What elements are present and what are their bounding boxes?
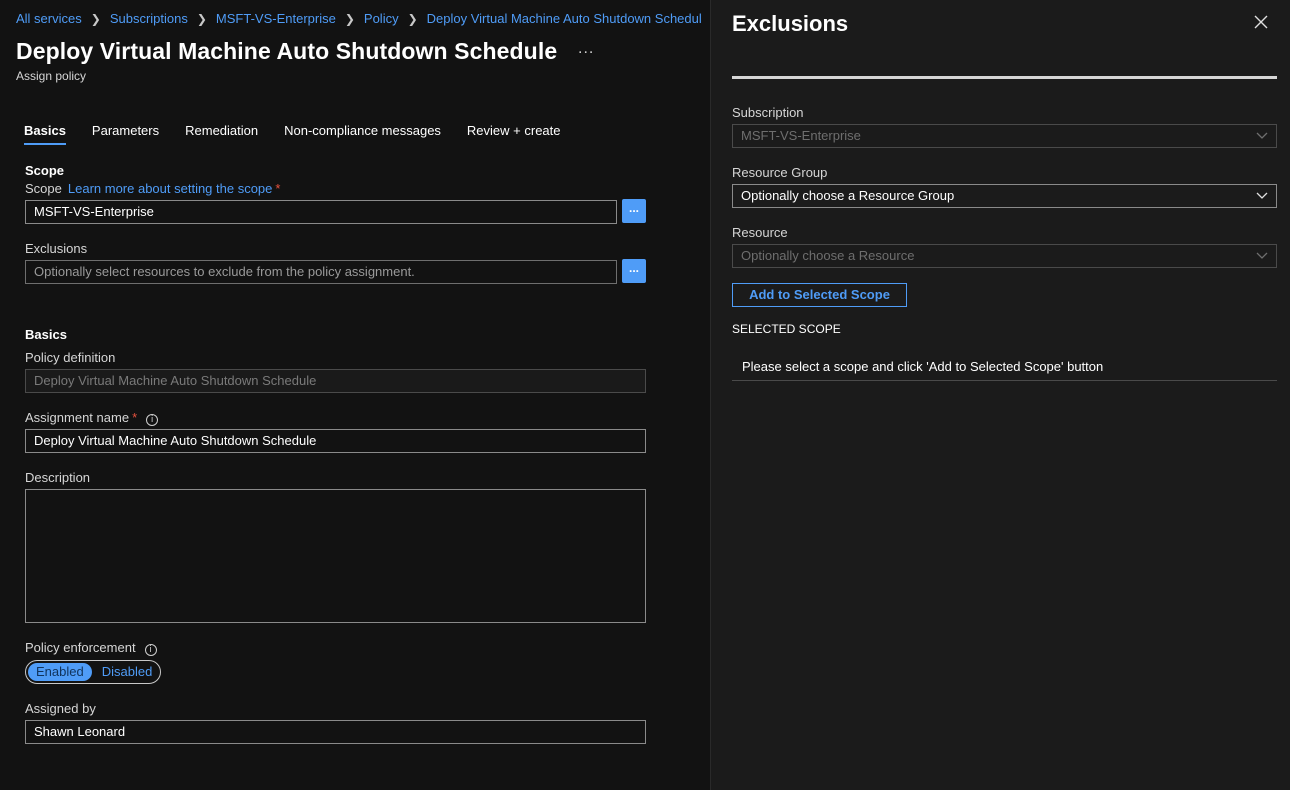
- tab-bar: Basics Parameters Remediation Non-compli…: [24, 123, 587, 145]
- panel-divider: [732, 76, 1277, 79]
- assigned-by-field[interactable]: Shawn Leonard: [25, 720, 646, 744]
- breadcrumb-chevron-icon: ❯: [344, 12, 355, 26]
- basics-heading: Basics: [25, 327, 67, 342]
- breadcrumb-chevron-icon: ❯: [407, 12, 418, 26]
- scope-field[interactable]: MSFT-VS-Enterprise: [25, 200, 617, 224]
- info-icon[interactable]: i: [144, 644, 157, 656]
- resource-label: Resource: [732, 225, 788, 240]
- close-icon[interactable]: [1253, 14, 1269, 30]
- policy-definition-label: Policy definition: [25, 350, 116, 365]
- breadcrumb-subscription[interactable]: MSFT-VS-Enterprise: [216, 11, 336, 26]
- tab-non-compliance-messages[interactable]: Non-compliance messages: [284, 123, 441, 145]
- description-label: Description: [25, 470, 91, 485]
- chevron-down-icon: [1256, 192, 1268, 199]
- resource-value: Optionally choose a Resource: [741, 248, 915, 263]
- selected-scope-divider: [732, 380, 1277, 381]
- selected-scope-message: Please select a scope and click 'Add to …: [742, 359, 1104, 374]
- scope-heading: Scope: [25, 163, 65, 178]
- description-textarea[interactable]: [25, 489, 646, 623]
- panel-title: Exclusions: [732, 11, 849, 36]
- assign-policy-blade: All services ❯ Subscriptions ❯ MSFT-VS-Enter…: [0, 0, 710, 790]
- breadcrumb-chevron-icon: ❯: [196, 12, 207, 26]
- tab-basics[interactable]: Basics: [24, 123, 66, 145]
- breadcrumb-policy-assignment[interactable]: Deploy Virtual Machine Auto Shutdown Sch…: [427, 11, 702, 26]
- scope-browse-button[interactable]: ...: [622, 199, 646, 223]
- add-to-selected-scope-button[interactable]: Add to Selected Scope: [732, 283, 907, 307]
- more-options-button[interactable]: ...: [578, 40, 594, 58]
- chevron-down-icon: [1256, 252, 1268, 259]
- assignment-name-label: Assignment name: [25, 410, 130, 425]
- tab-remediation[interactable]: Remediation: [185, 123, 258, 145]
- resource-group-dropdown[interactable]: Optionally choose a Resource Group: [732, 184, 1277, 208]
- subscription-dropdown: MSFT-VS-Enterprise: [732, 124, 1277, 148]
- tab-review-create[interactable]: Review + create: [467, 123, 561, 145]
- breadcrumb-subscriptions[interactable]: Subscriptions: [110, 11, 188, 26]
- exclusions-field[interactable]: Optionally select resources to exclude f…: [25, 260, 617, 284]
- exclusions-browse-button[interactable]: ...: [622, 259, 646, 283]
- enforcement-enabled-option[interactable]: Enabled: [28, 663, 92, 681]
- exclusions-label: Exclusions: [25, 241, 88, 256]
- assigned-by-label: Assigned by: [25, 701, 96, 716]
- resource-group-label: Resource Group: [732, 165, 828, 180]
- exclusions-panel: Exclusions Subscription MSFT-VS-Enterpri…: [710, 0, 1290, 790]
- tab-parameters[interactable]: Parameters: [92, 123, 159, 145]
- page-title: Deploy Virtual Machine Auto Shutdown Sch…: [16, 38, 558, 64]
- assignment-name-label-row: Assignment name * i: [25, 410, 159, 426]
- subscription-value: MSFT-VS-Enterprise: [741, 128, 861, 143]
- enforcement-disabled-option[interactable]: Disabled: [94, 663, 161, 681]
- chevron-down-icon: [1256, 132, 1268, 139]
- breadcrumb-chevron-icon: ❯: [90, 12, 101, 26]
- learn-more-scope-link[interactable]: Learn more about setting the scope: [68, 181, 273, 196]
- resource-group-value: Optionally choose a Resource Group: [741, 188, 955, 203]
- policy-enforcement-label: Policy enforcement: [25, 640, 136, 655]
- breadcrumb-policy[interactable]: Policy: [364, 11, 399, 26]
- selected-scope-heading: SELECTED SCOPE: [732, 322, 841, 336]
- breadcrumb: All services ❯ Subscriptions ❯ MSFT-VS-Enter…: [16, 11, 702, 26]
- policy-enforcement-label-row: Policy enforcement i: [25, 640, 157, 656]
- page-subtitle: Assign policy: [16, 69, 87, 83]
- breadcrumb-all-services[interactable]: All services: [16, 11, 82, 26]
- policy-definition-field: Deploy Virtual Machine Auto Shutdown Sch…: [25, 369, 646, 393]
- scope-label: Scope: [25, 181, 62, 196]
- resource-dropdown: Optionally choose a Resource: [732, 244, 1277, 268]
- scope-label-row: Scope Learn more about setting the scope *: [25, 181, 280, 196]
- subscription-label: Subscription: [732, 105, 804, 120]
- required-marker: *: [132, 410, 138, 425]
- required-marker: *: [275, 181, 281, 196]
- info-icon[interactable]: i: [146, 414, 159, 426]
- assignment-name-field[interactable]: Deploy Virtual Machine Auto Shutdown Sch…: [25, 429, 646, 453]
- policy-enforcement-toggle: Enabled Disabled: [25, 660, 161, 684]
